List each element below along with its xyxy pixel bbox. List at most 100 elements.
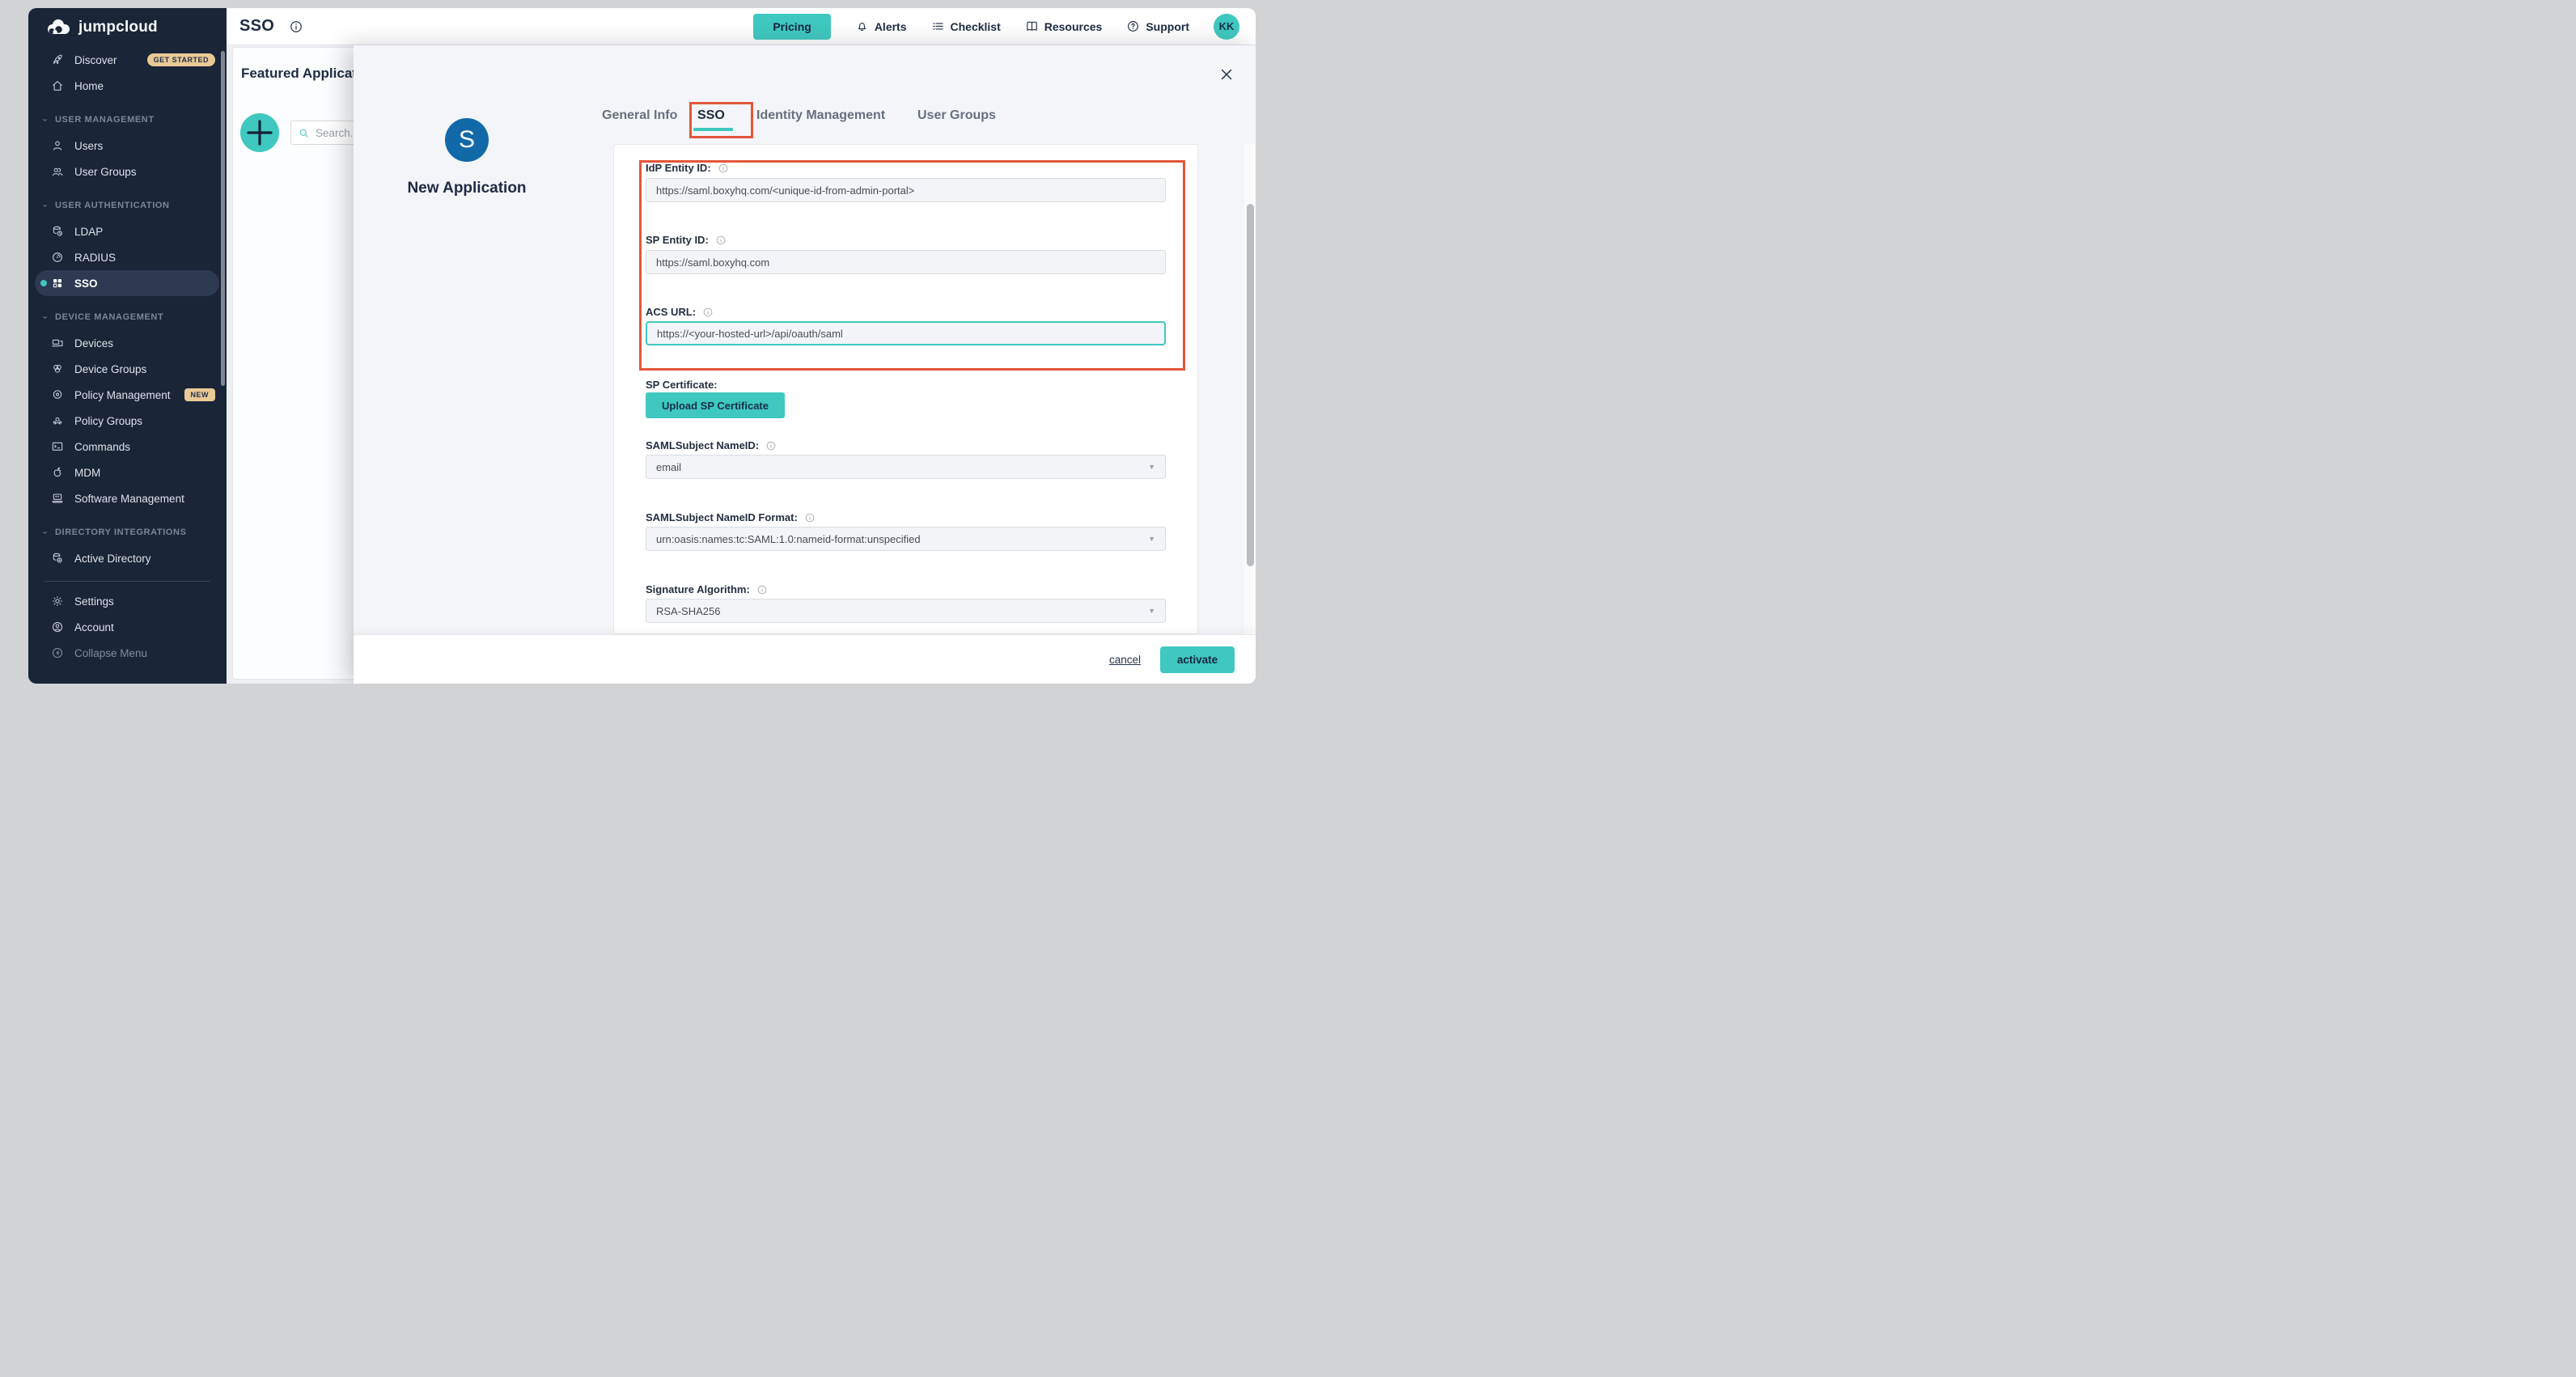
cloud-logo-icon — [44, 18, 72, 37]
sp-entity-id-input[interactable] — [646, 250, 1166, 274]
jumpcloud-logo[interactable]: jumpcloud — [28, 8, 227, 47]
modal-scrollbar-track[interactable] — [1244, 144, 1256, 684]
info-icon[interactable] — [804, 512, 816, 523]
modal-scrollbar-thumb[interactable] — [1247, 204, 1254, 566]
acs-url-label: ACS URL: — [646, 306, 714, 318]
apple-icon — [51, 466, 64, 479]
signature-algorithm-label: Signature Algorithm: — [646, 583, 768, 595]
sidebar-scrollbar-thumb[interactable] — [221, 51, 225, 386]
chevron-down-icon — [40, 527, 50, 538]
application-name: New Application — [370, 180, 564, 197]
new-badge: NEW — [184, 388, 216, 401]
alerts-button[interactable]: Alerts — [855, 19, 907, 33]
sidebar-item-policy-management[interactable]: Policy Management NEW — [28, 382, 227, 408]
dropdown-caret-icon: ▼ — [1148, 535, 1155, 543]
collapse-arrow-icon — [51, 646, 64, 659]
tab-general-info[interactable]: General Info — [602, 108, 677, 123]
new-application-modal: S New Application General Info SSO Ident… — [354, 45, 1256, 684]
sidebar-item-ldap[interactable]: LDAP — [28, 218, 227, 244]
samlsubject-nameid-label: SAMLSubject NameID: — [646, 439, 777, 451]
idp-entity-id-input[interactable] — [646, 178, 1166, 202]
sidebar-item-discover[interactable]: Discover GET STARTED — [28, 47, 227, 73]
plus-icon — [240, 113, 279, 152]
bell-icon — [855, 19, 869, 33]
sidebar-divider — [44, 581, 210, 582]
cancel-link[interactable]: cancel — [1109, 654, 1141, 666]
get-started-badge: GET STARTED — [147, 53, 215, 66]
sidebar-item-users[interactable]: Users — [28, 133, 227, 159]
signature-algorithm-select[interactable]: RSA-SHA256 ▼ — [646, 599, 1166, 623]
sso-tab-annotation-box — [689, 102, 753, 138]
gear-icon — [51, 595, 64, 608]
activate-button[interactable]: activate — [1160, 646, 1235, 673]
app-grid-icon — [51, 277, 64, 290]
checklist-icon — [931, 19, 945, 33]
software-laptop-icon — [51, 492, 64, 505]
chevron-down-icon — [40, 312, 50, 323]
idp-entity-id-label: IdP Entity ID: — [646, 162, 729, 174]
info-icon[interactable] — [702, 307, 714, 318]
info-icon[interactable] — [718, 163, 729, 174]
header-actions: Pricing Alerts Checklist Resources Suppo… — [753, 14, 1239, 40]
active-indicator-dot — [40, 280, 47, 286]
nameid-format-select[interactable]: urn:oasis:names:tc:SAML:1.0:nameid-forma… — [646, 527, 1166, 551]
terminal-icon — [51, 440, 64, 453]
resources-button[interactable]: Resources — [1025, 19, 1103, 33]
search-icon — [298, 127, 310, 139]
section-user-management[interactable]: USER MANAGEMENT — [28, 107, 227, 133]
sidebar-item-user-groups[interactable]: User Groups — [28, 159, 227, 184]
nameid-format-label: SAMLSubject NameID Format: — [646, 511, 816, 523]
sidebar-item-mdm[interactable]: MDM — [28, 460, 227, 485]
sidebar-item-collapse-menu[interactable]: Collapse Menu — [28, 640, 227, 666]
sidebar-item-devices[interactable]: Devices — [28, 330, 227, 356]
sidebar-item-policy-groups[interactable]: Policy Groups — [28, 408, 227, 434]
section-user-authentication[interactable]: USER AUTHENTICATION — [28, 193, 227, 218]
info-icon[interactable] — [765, 440, 777, 451]
sidebar-item-account[interactable]: Account — [28, 614, 227, 640]
sidebar-item-settings[interactable]: Settings — [28, 588, 227, 614]
sidebar-item-device-groups[interactable]: Device Groups — [28, 356, 227, 382]
section-device-management[interactable]: DEVICE MANAGEMENT — [28, 304, 227, 330]
samlsubject-nameid-select[interactable]: email ▼ — [646, 455, 1166, 479]
section-directory-integrations[interactable]: DIRECTORY INTEGRATIONS — [28, 519, 227, 545]
sso-form-panel: IdP Entity ID: SP Entity ID: ACS URL: SP… — [613, 144, 1198, 634]
home-icon — [51, 79, 64, 92]
question-circle-icon — [1126, 19, 1140, 33]
book-icon — [1025, 19, 1039, 33]
sidebar-item-radius[interactable]: RADIUS — [28, 244, 227, 270]
sidebar-item-active-directory[interactable]: Active Directory — [28, 545, 227, 571]
dropdown-caret-icon: ▼ — [1148, 607, 1155, 615]
top-header: SSO Pricing Alerts Checklist Resources S… — [227, 8, 1256, 45]
acs-url-input[interactable] — [646, 321, 1166, 345]
sidebar-item-commands[interactable]: Commands — [28, 434, 227, 460]
pricing-button[interactable]: Pricing — [753, 14, 830, 40]
checklist-button[interactable]: Checklist — [931, 19, 1001, 33]
policy-groups-icon — [51, 414, 64, 427]
support-button[interactable]: Support — [1126, 19, 1189, 33]
directory-database-icon — [51, 552, 64, 565]
account-circle-icon — [51, 621, 64, 633]
avatar[interactable]: KK — [1214, 14, 1239, 40]
info-icon[interactable] — [756, 584, 768, 595]
user-group-icon — [51, 165, 64, 178]
sidebar-item-software-management[interactable]: Software Management — [28, 485, 227, 511]
sp-entity-id-label: SP Entity ID: — [646, 234, 727, 246]
page-background: { "sidebar": { "logo": "jumpcloud", "dis… — [0, 0, 1288, 688]
close-icon[interactable] — [1218, 66, 1235, 83]
rocket-icon — [51, 53, 64, 66]
user-icon — [51, 139, 64, 152]
add-application-button[interactable] — [240, 113, 279, 152]
chevron-down-icon — [40, 115, 50, 125]
sidebar-item-sso[interactable]: SSO — [35, 270, 219, 296]
chevron-down-icon — [40, 201, 50, 211]
info-icon[interactable] — [289, 19, 303, 34]
policy-seal-icon — [51, 388, 64, 401]
upload-sp-certificate-button[interactable]: Upload SP Certificate — [646, 392, 785, 418]
tab-user-groups[interactable]: User Groups — [917, 108, 996, 123]
sidebar: jumpcloud Discover GET STARTED Home USER… — [28, 8, 227, 684]
tab-identity-management[interactable]: Identity Management — [756, 108, 885, 123]
sidebar-item-home[interactable]: Home — [28, 73, 227, 99]
info-icon[interactable] — [715, 235, 727, 246]
dropdown-caret-icon: ▼ — [1148, 463, 1155, 471]
database-clock-icon — [51, 225, 64, 238]
